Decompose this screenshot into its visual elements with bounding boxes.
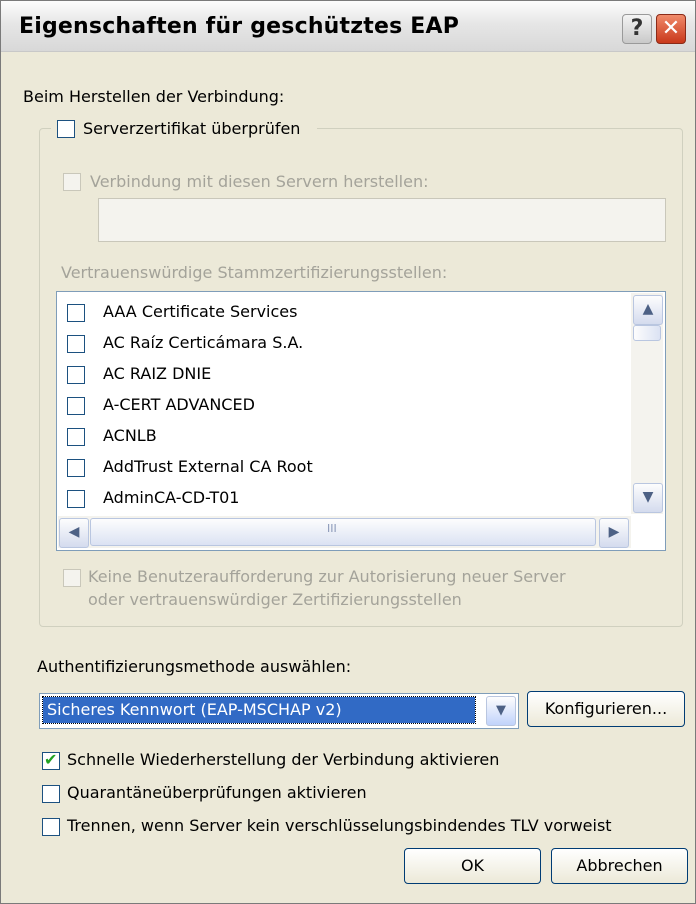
quarantine-label[interactable]: Quarantäneüberprüfungen aktivieren — [67, 783, 367, 802]
eap-properties-dialog: Eigenschaften für geschütztes EAP ? ✕ Be… — [0, 0, 696, 904]
servers-input[interactable] — [98, 198, 666, 242]
horizontal-scroll-thumb[interactable]: III — [90, 518, 596, 546]
vertical-scrollbar[interactable]: ▲ ▼ — [631, 293, 663, 514]
ca-checkbox[interactable] — [67, 335, 85, 353]
cancel-button[interactable]: Abbrechen — [551, 848, 688, 884]
vertical-scroll-thumb[interactable] — [633, 325, 661, 341]
chevron-down-icon[interactable]: ▼ — [486, 696, 516, 726]
verify-cert-legend: Serverzertifikat überprüfen — [51, 118, 317, 140]
title-bar: Eigenschaften für geschütztes EAP ? ✕ — [1, 1, 695, 52]
configure-button[interactable]: Konfigurieren... — [527, 691, 685, 727]
connect-servers-label: Verbindung mit diesen Servern herstellen… — [90, 172, 429, 191]
ca-name: A-CERT ADVANCED — [103, 395, 255, 414]
no-prompt-label-line1: Keine Benutzeraufforderung zur Autorisie… — [88, 567, 566, 586]
dialog-title: Eigenschaften für geschütztes EAP — [19, 14, 460, 39]
ok-button[interactable]: OK — [404, 848, 541, 884]
scroll-grip: III — [327, 522, 337, 535]
ca-name: AAA Certificate Services — [103, 302, 298, 321]
ca-name: AC RAIZ DNIE — [103, 364, 212, 383]
trusted-roots-label: Vertrauenswürdige Stammzertifizierungsst… — [61, 263, 448, 282]
ca-checkbox[interactable] — [67, 490, 85, 508]
ca-name: ACNLB — [103, 426, 157, 445]
scroll-up-icon[interactable]: ▲ — [633, 295, 663, 325]
close-button[interactable]: ✕ — [656, 14, 686, 44]
fast-reconnect-checkbox[interactable] — [42, 750, 60, 770]
connection-heading: Beim Herstellen der Verbindung: — [23, 87, 285, 106]
auth-method-select[interactable]: Sicheres Kennwort (EAP-MSCHAP v2) ▼ — [39, 693, 519, 729]
ca-checkbox[interactable] — [67, 428, 85, 446]
ca-name: AdminCA-CD-T01 — [103, 488, 240, 507]
ca-name: AC Raíz Certicámara S.A. — [103, 333, 304, 352]
ca-checkbox[interactable] — [67, 366, 85, 384]
ca-name: AddTrust External CA Root — [103, 457, 313, 476]
ca-checkbox[interactable] — [67, 304, 85, 322]
disconnect-tlv-checkbox[interactable] — [42, 818, 60, 836]
quarantine-checkbox[interactable] — [42, 785, 60, 803]
connect-servers-checkbox[interactable] — [63, 173, 81, 191]
scroll-right-icon[interactable]: ▶ — [599, 518, 629, 548]
no-prompt-label-line2: oder vertrauenswürdiger Zertifizierungss… — [88, 590, 462, 609]
verify-cert-label[interactable]: Serverzertifikat überprüfen — [83, 119, 300, 138]
ca-checkbox[interactable] — [67, 459, 85, 477]
ca-listbox[interactable]: AAA Certificate Services AC Raíz Certicá… — [56, 291, 666, 551]
auth-method-value: Sicheres Kennwort (EAP-MSCHAP v2) — [42, 696, 476, 724]
fast-reconnect-label[interactable]: Schnelle Wiederherstellung der Verbindun… — [67, 750, 499, 769]
scroll-left-icon[interactable]: ◀ — [59, 518, 89, 548]
verify-cert-checkbox[interactable] — [57, 120, 75, 138]
no-prompt-checkbox[interactable] — [63, 569, 81, 587]
scroll-down-icon[interactable]: ▼ — [633, 483, 663, 513]
ca-checkbox[interactable] — [67, 397, 85, 415]
disconnect-tlv-label[interactable]: Trennen, wenn Server kein verschlüsselun… — [67, 816, 612, 835]
help-button[interactable]: ? — [622, 14, 652, 44]
horizontal-scrollbar[interactable]: ◀ III ▶ — [58, 516, 631, 548]
auth-method-label: Authentifizierungsmethode auswählen: — [37, 657, 352, 676]
